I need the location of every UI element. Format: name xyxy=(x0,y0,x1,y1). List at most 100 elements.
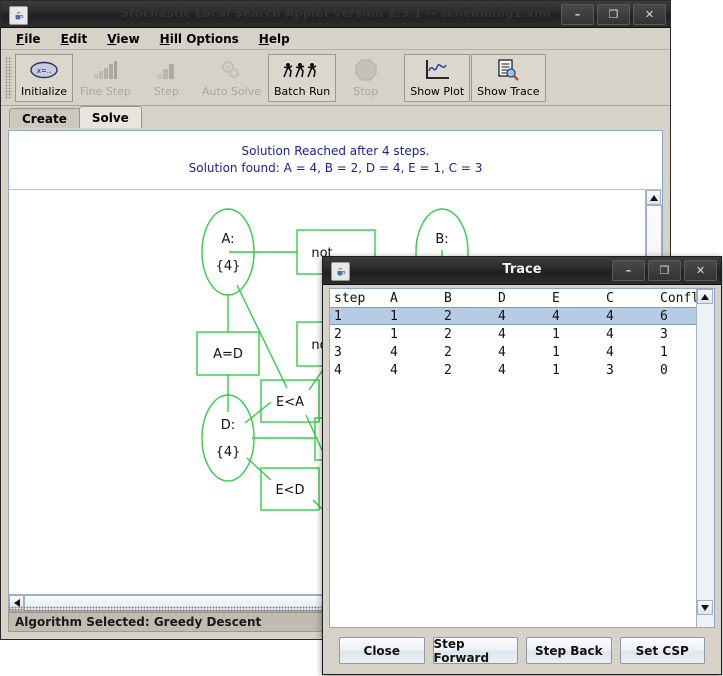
close-button-label: Close xyxy=(363,643,400,658)
set-csp-button-label: Set CSP xyxy=(635,643,689,658)
trace-dialog-titlebar[interactable]: Trace – ❒ ✕ xyxy=(323,257,721,285)
toolbar-grip[interactable] xyxy=(5,56,12,99)
cell-conflicts: 0 xyxy=(660,362,668,378)
toolbar-show-trace-button[interactable]: Show Trace xyxy=(471,53,546,102)
svg-text:E<A: E<A xyxy=(276,395,304,410)
trace-close-button[interactable]: ✕ xyxy=(684,260,717,281)
cell-b: 2 xyxy=(444,362,452,378)
auto-solve-gears-icon xyxy=(219,58,243,82)
menu-edit[interactable]: Edit xyxy=(52,30,97,48)
toolbar-show-trace-label: Show Trace xyxy=(477,84,540,98)
svg-text:A:: A: xyxy=(221,232,234,247)
menu-view[interactable]: View xyxy=(98,30,148,48)
svg-text:{4}: {4} xyxy=(216,445,241,460)
tab-solve[interactable]: Solve xyxy=(78,106,142,128)
plot-chart-icon xyxy=(424,58,450,82)
svg-text:E<D: E<D xyxy=(275,483,304,498)
trace-scroll-down-arrow[interactable] xyxy=(697,600,713,615)
close-icon: ✕ xyxy=(644,8,655,21)
toolbar-fine-step-button[interactable]: Fine Step xyxy=(74,53,137,102)
menu-bar: File Edit View Hill Options Help xyxy=(1,28,670,50)
trace-scroll-up-arrow[interactable] xyxy=(697,289,713,304)
toolbar-stop-button[interactable]: Stop xyxy=(337,53,395,102)
main-window-controls: – ❒ ✕ xyxy=(561,4,666,25)
maximize-icon: ❒ xyxy=(659,264,670,277)
trace-maximize-button[interactable]: ❒ xyxy=(648,260,681,281)
cell-d: 4 xyxy=(498,362,506,378)
close-button[interactable]: ✕ xyxy=(633,4,666,25)
cell-e: 1 xyxy=(552,326,560,342)
cell-b: 2 xyxy=(444,308,452,324)
initialize-icon: x=.. xyxy=(29,58,59,82)
step-bars-icon xyxy=(155,58,177,82)
set-csp-button[interactable]: Set CSP xyxy=(619,637,705,664)
trace-column-step: step xyxy=(334,290,366,306)
cell-step: 1 xyxy=(334,308,342,324)
close-button[interactable]: Close xyxy=(339,637,425,664)
menu-hill-options[interactable]: Hill Options xyxy=(151,30,248,48)
toolbar-auto-solve-button[interactable]: Auto Solve xyxy=(195,53,268,102)
trace-dialog-controls: – ❒ ✕ xyxy=(612,260,717,281)
tab-create[interactable]: Create xyxy=(9,108,80,128)
trace-table-container: step A B D E C Conflicts 1 1 2 4 4 4 6 2… xyxy=(329,288,715,628)
trace-column-b: B xyxy=(444,290,452,306)
trace-minimize-button[interactable]: – xyxy=(612,260,645,281)
toolbar-fine-step-label: Fine Step xyxy=(80,84,131,98)
step-forward-button[interactable]: Step Forward xyxy=(432,637,518,665)
table-row[interactable]: 4 4 2 4 1 3 0 xyxy=(330,361,697,379)
toolbar-batch-run-label: Batch Run xyxy=(274,84,331,98)
menu-file[interactable]: File xyxy=(7,30,50,48)
trace-table-header-row: step A B D E C Conflicts xyxy=(330,289,697,307)
tab-solve-label: Solve xyxy=(91,110,129,125)
status-bar-text: Algorithm Selected: Greedy Descent xyxy=(15,615,262,629)
cell-a: 1 xyxy=(390,308,398,324)
svg-text:D:: D: xyxy=(221,418,235,433)
cell-step: 3 xyxy=(334,344,342,360)
table-row[interactable]: 1 1 2 4 4 4 6 xyxy=(330,307,697,325)
svg-text:B:: B: xyxy=(435,232,448,247)
stop-octagon-icon xyxy=(355,58,377,82)
cell-b: 2 xyxy=(444,326,452,342)
table-row[interactable]: 2 1 2 4 1 4 3 xyxy=(330,325,697,343)
toolbar-show-plot-button[interactable]: Show Plot xyxy=(404,53,471,102)
toolbar-stop-label: Stop xyxy=(353,84,379,98)
trace-vertical-scrollbar[interactable] xyxy=(696,289,714,627)
tab-create-label: Create xyxy=(22,111,67,126)
cell-d: 4 xyxy=(498,344,506,360)
toolbar-batch-run-button[interactable]: Batch Run xyxy=(268,53,337,102)
cell-conflicts: 1 xyxy=(660,344,668,360)
trace-scroll-track[interactable] xyxy=(697,304,714,600)
toolbar: x=.. Initialize Fine Step Step Auto Solv… xyxy=(1,50,670,106)
solution-found-line: Solution found: A = 4, B = 2, D = 4, E =… xyxy=(188,161,483,175)
trace-column-d: D xyxy=(498,290,506,306)
tab-strip: Create Solve xyxy=(1,106,670,128)
cell-d: 4 xyxy=(498,308,506,324)
minimize-icon: – xyxy=(625,264,632,277)
cell-e: 1 xyxy=(552,362,560,378)
trace-column-e: E xyxy=(552,290,560,306)
table-row[interactable]: 3 4 2 4 1 4 1 xyxy=(330,343,697,361)
minimize-icon: – xyxy=(574,8,581,21)
maximize-button[interactable]: ❒ xyxy=(597,4,630,25)
fine-step-bars-icon xyxy=(92,58,118,82)
trace-table[interactable]: step A B D E C Conflicts 1 1 2 4 4 4 6 2… xyxy=(330,289,697,627)
cell-conflicts: 6 xyxy=(660,308,668,324)
scroll-up-arrow[interactable] xyxy=(646,190,661,205)
cell-c: 3 xyxy=(606,362,614,378)
cell-step: 4 xyxy=(334,362,342,378)
cell-a: 4 xyxy=(390,344,398,360)
cell-c: 4 xyxy=(606,344,614,360)
menu-help[interactable]: Help xyxy=(250,30,299,48)
toolbar-step-button[interactable]: Step xyxy=(137,53,195,102)
close-icon: ✕ xyxy=(695,264,706,277)
cell-e: 4 xyxy=(552,308,560,324)
minimize-button[interactable]: – xyxy=(561,4,594,25)
main-window-titlebar[interactable]: Stochastic Local Search Applet version 1… xyxy=(1,1,670,28)
batch-run-runners-icon xyxy=(283,58,321,82)
trace-column-a: A xyxy=(390,290,398,306)
cell-d: 4 xyxy=(498,326,506,342)
svg-text:{4}: {4} xyxy=(216,259,241,274)
toolbar-initialize-button[interactable]: x=.. Initialize xyxy=(15,53,74,102)
step-back-button-label: Step Back xyxy=(534,643,603,658)
step-back-button[interactable]: Step Back xyxy=(526,637,612,664)
